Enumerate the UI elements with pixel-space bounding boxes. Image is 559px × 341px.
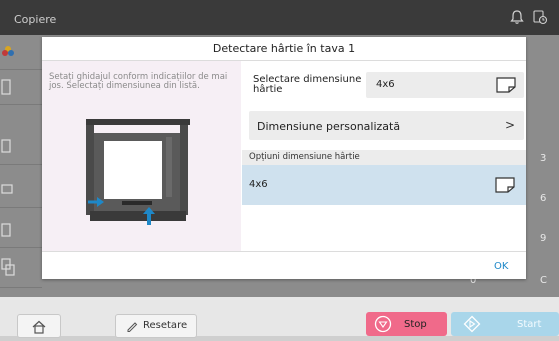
stop-button[interactable]: Stop — [366, 312, 447, 336]
instruction-text: Setați ghidajul conform indicațiilor de … — [49, 72, 228, 91]
size-selection-label: Selectare dimensiune hârtie — [253, 74, 362, 95]
home-button[interactable] — [17, 314, 61, 338]
guide-arrow-right-icon — [88, 197, 104, 207]
bg-color-tile — [0, 35, 42, 70]
counter-icon[interactable] — [531, 8, 549, 26]
bg-tile-4 — [0, 173, 42, 208]
guide-arrow-up-icon — [143, 207, 155, 225]
stop-icon — [374, 315, 392, 333]
bell-icon[interactable] — [508, 8, 526, 26]
chevron-right-icon: > — [504, 118, 515, 132]
selected-size-field[interactable]: 4x6 — [366, 72, 524, 98]
dialog-title: Detectare hârtie în tava 1 — [42, 37, 526, 61]
options-header: Opțiuni dimensiune hârtie — [242, 150, 526, 165]
top-bar: Copiere — [0, 0, 559, 35]
bg-number-c: C — [540, 275, 547, 286]
bg-number-6: 6 — [540, 193, 547, 204]
custom-size-button[interactable]: Dimensiune personalizată > — [249, 111, 524, 140]
start-label: Start — [517, 319, 542, 330]
app-title: Copiere — [14, 13, 57, 26]
start-icon — [463, 315, 481, 333]
reset-button[interactable]: Resetare — [115, 314, 197, 338]
tray-illustration — [86, 119, 190, 221]
start-button[interactable]: Start — [451, 312, 559, 336]
reset-label: Resetare — [143, 320, 188, 331]
size-option-row[interactable]: 4x6 — [242, 165, 526, 205]
paper-landscape-icon — [495, 177, 515, 193]
paper-detect-dialog: Detectare hârtie în tava 1 Setați ghidaj… — [42, 37, 526, 279]
instruction-panel: Setați ghidajul conform indicațiilor de … — [42, 61, 241, 251]
bg-number-9: 9 — [540, 233, 547, 244]
stop-label: Stop — [404, 319, 427, 330]
bg-tile-5 — [0, 213, 42, 248]
custom-size-label: Dimensiune personalizată — [257, 120, 401, 133]
home-icon — [32, 320, 46, 334]
selected-size-value: 4x6 — [376, 79, 395, 90]
ok-button[interactable]: OK — [494, 261, 508, 272]
size-selection-panel: Selectare dimensiune hârtie 4x6 Dimensiu… — [242, 61, 526, 251]
bg-number-3: 3 — [540, 153, 547, 164]
bg-tile-6 — [0, 253, 42, 288]
options-header-label: Opțiuni dimensiune hârtie — [249, 152, 360, 162]
bg-paper-tile — [0, 70, 42, 105]
paper-landscape-icon — [496, 77, 516, 93]
pencil-icon — [127, 322, 138, 332]
size-option-label: 4x6 — [249, 179, 268, 190]
bg-tile-3 — [0, 130, 42, 165]
dialog-footer: OK — [42, 251, 526, 280]
